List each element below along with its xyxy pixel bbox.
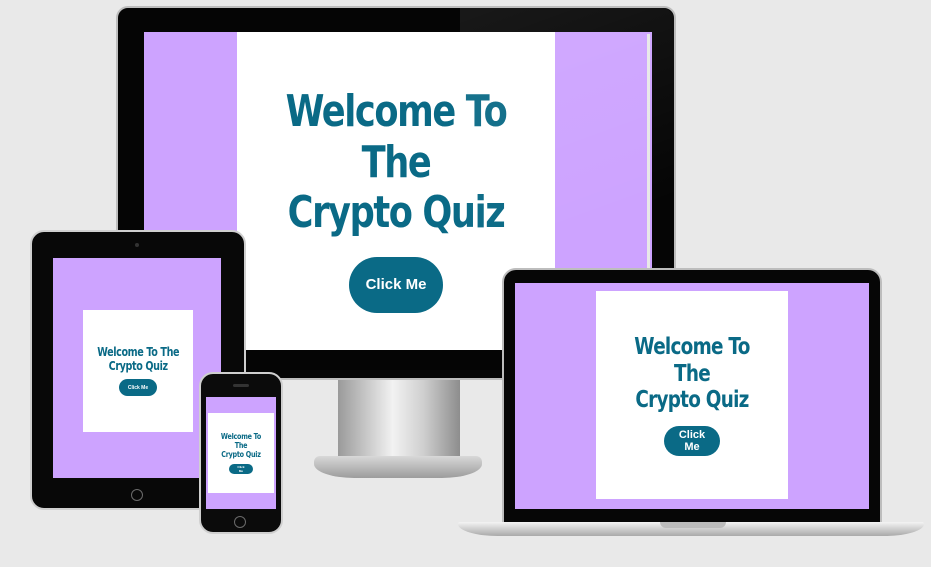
laptop-notch [660, 522, 726, 528]
phone-screen: Welcome To The Crypto Quiz Click Me [206, 397, 276, 509]
welcome-card: Welcome To The Crypto Quiz Click Me [596, 291, 788, 499]
welcome-card: Welcome To The Crypto Quiz Click Me [208, 413, 274, 493]
home-button-icon[interactable] [234, 516, 246, 528]
page-title: Welcome To The Crypto Quiz [97, 344, 179, 373]
speaker-icon [233, 384, 249, 387]
click-me-button[interactable]: Click Me [229, 464, 253, 475]
click-me-button[interactable]: Click Me [119, 379, 157, 397]
camera-icon [135, 243, 139, 247]
click-me-button[interactable]: Click Me [349, 256, 443, 313]
click-me-button[interactable]: Click Me [664, 425, 720, 456]
welcome-card: Welcome To The Crypto Quiz Click Me [83, 310, 193, 432]
monitor-stand-base [314, 456, 482, 478]
page-title: Welcome To The Crypto Quiz [220, 431, 262, 460]
tablet-screen: Welcome To The Crypto Quiz Click Me [53, 258, 221, 478]
monitor-stand [338, 380, 460, 460]
laptop-screen: Welcome To The Crypto Quiz Click Me [515, 283, 869, 509]
home-button-icon[interactable] [131, 489, 143, 501]
page-title: Welcome To The Crypto Quiz [634, 334, 750, 414]
